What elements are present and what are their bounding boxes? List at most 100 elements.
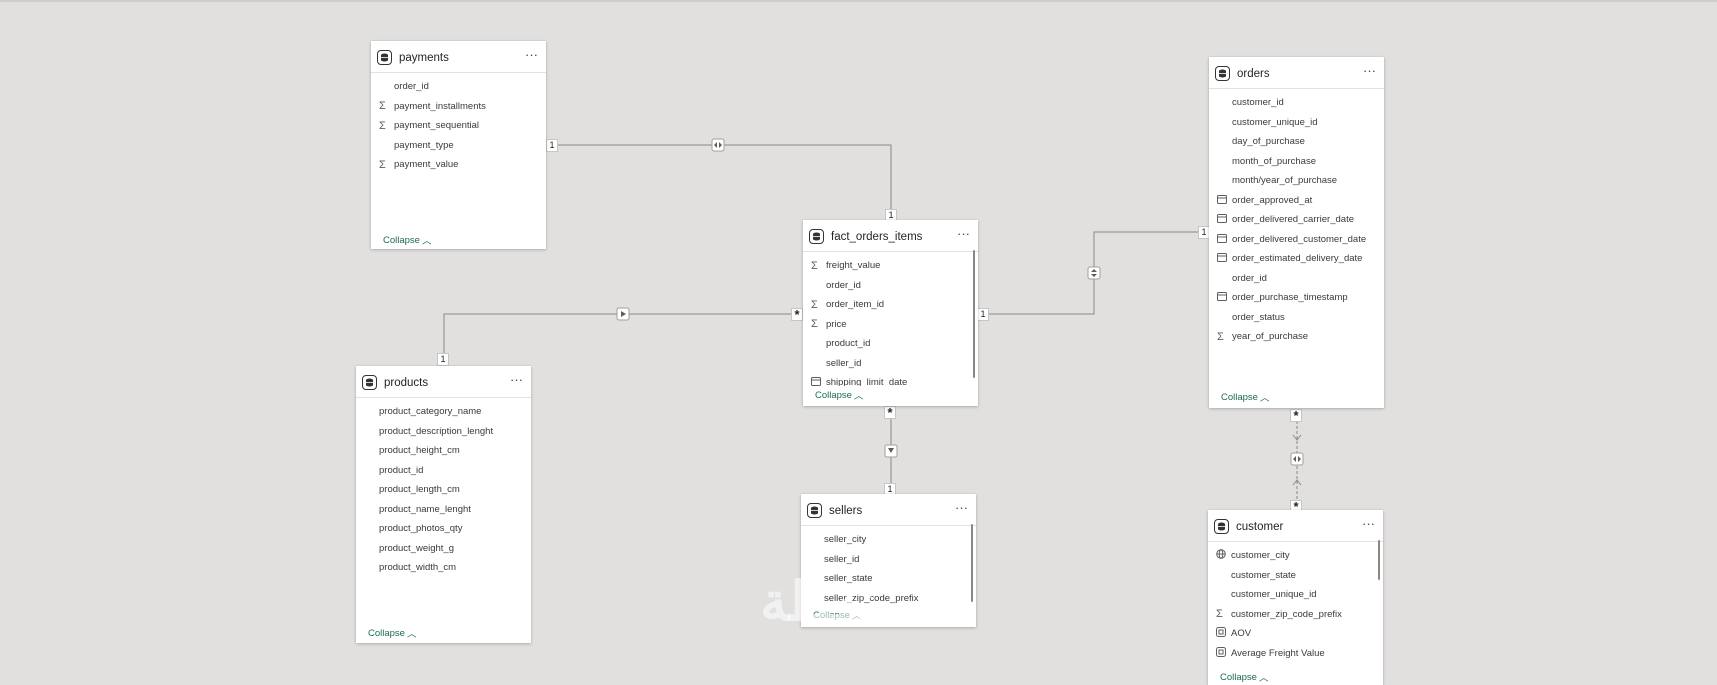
sigma-icon: Σ: [1217, 330, 1224, 343]
table-title: fact_orders_items: [831, 230, 923, 243]
field-row[interactable]: AOV: [1208, 624, 1383, 644]
field-row[interactable]: day_of_purchase: [1209, 132, 1384, 152]
field-label: payment_installments: [394, 100, 486, 112]
field-row[interactable]: Σprice: [803, 315, 978, 335]
table-card-fact-orders-items[interactable]: fact_orders_items ··· Σfreight_value orde…: [803, 220, 978, 406]
field-label: customer_id: [1232, 97, 1284, 109]
field-row[interactable]: Σyear_of_purchase: [1209, 327, 1384, 347]
table-header[interactable]: sellers ···: [801, 496, 976, 526]
field-label: customer_state: [1231, 569, 1296, 581]
field-row[interactable]: product_description_lenght: [356, 422, 531, 442]
field-label: payment_sequential: [394, 120, 480, 132]
field-row[interactable]: order_purchase_timestamp: [1209, 288, 1384, 308]
scrollbar[interactable]: [1378, 540, 1380, 580]
field-list: product_category_name product_description…: [356, 398, 531, 578]
field-label: customer_zip_code_prefix: [1231, 608, 1342, 620]
table-card-sellers[interactable]: sellers ··· seller_city seller_id seller_s…: [801, 494, 976, 627]
chevron-up-icon: ︿: [406, 629, 417, 640]
collapse-button[interactable]: Collapse ︿: [1220, 670, 1268, 685]
collapse-button[interactable]: Collapse ︿: [1221, 390, 1270, 405]
filter-direction-both-icon[interactable]: [1087, 266, 1101, 280]
filter-direction-both-icon[interactable]: [1290, 452, 1304, 466]
field-row[interactable]: Σfreight_value: [803, 256, 978, 276]
field-row[interactable]: customer_city: [1208, 546, 1383, 566]
field-row[interactable]: product_id: [356, 461, 531, 481]
field-row[interactable]: order_approved_at: [1209, 191, 1384, 211]
field-row[interactable]: seller_zip_code_prefix: [801, 589, 976, 609]
sigma-icon: Σ: [811, 318, 818, 331]
field-label: product_id: [379, 464, 424, 476]
more-options-icon[interactable]: ···: [1363, 64, 1376, 81]
field-row[interactable]: product_width_cm: [356, 558, 531, 578]
field-row[interactable]: seller_id: [801, 550, 976, 570]
field-label: order_purchase_timestamp: [1232, 292, 1348, 304]
relationship-products-fact[interactable]: [443, 313, 794, 359]
more-options-icon[interactable]: ···: [955, 501, 968, 518]
collapse-button[interactable]: Collapse ︿: [813, 608, 861, 623]
chevron-up-icon: ︿: [1259, 393, 1270, 404]
sigma-icon: Σ: [811, 298, 818, 311]
table-header[interactable]: orders ···: [1209, 59, 1384, 89]
field-row[interactable]: Σpayment_value: [371, 155, 546, 175]
scrollbar[interactable]: [971, 524, 973, 602]
field-row[interactable]: seller_id: [803, 354, 978, 374]
table-header[interactable]: products ···: [356, 368, 531, 398]
table-header[interactable]: customer ···: [1208, 512, 1383, 542]
table-card-payments[interactable]: payments ··· order_id Σpayment_installmen…: [371, 41, 546, 249]
table-icon: [807, 503, 822, 518]
field-label: customer_unique_id: [1232, 116, 1318, 128]
filter-direction-both-icon[interactable]: [711, 138, 725, 152]
field-row[interactable]: order_id: [803, 276, 978, 296]
field-row[interactable]: seller_city: [801, 530, 976, 550]
cardinality-one: 1: [437, 353, 449, 366]
field-row[interactable]: product_id: [803, 334, 978, 354]
field-row[interactable]: Σpayment_sequential: [371, 116, 546, 136]
field-row[interactable]: product_length_cm: [356, 480, 531, 500]
field-row[interactable]: Σorder_item_id: [803, 295, 978, 315]
field-row[interactable]: product_weight_g: [356, 539, 531, 559]
more-options-icon[interactable]: ···: [525, 48, 538, 65]
field-row[interactable]: product_height_cm: [356, 441, 531, 461]
field-row[interactable]: product_photos_qty: [356, 519, 531, 539]
table-card-orders[interactable]: orders ··· customer_id customer_unique_id…: [1209, 57, 1384, 408]
relationship-payments-fact[interactable]: [553, 144, 892, 219]
table-header[interactable]: fact_orders_items ···: [803, 222, 978, 252]
more-options-icon[interactable]: ···: [957, 227, 970, 244]
field-row[interactable]: product_category_name: [356, 402, 531, 422]
collapse-button[interactable]: Collapse ︿: [368, 626, 417, 641]
field-row[interactable]: customer_unique_id: [1209, 113, 1384, 133]
field-row[interactable]: order_delivered_carrier_date: [1209, 210, 1384, 230]
field-row[interactable]: seller_state: [801, 569, 976, 589]
field-label: AOV: [1231, 628, 1252, 640]
field-row[interactable]: order_id: [1209, 269, 1384, 289]
field-row[interactable]: product_name_lenght: [356, 500, 531, 520]
collapse-button[interactable]: Collapse ︿: [383, 233, 431, 248]
table-card-products[interactable]: products ··· product_category_name produc…: [356, 366, 531, 643]
scrollbar[interactable]: [973, 250, 975, 378]
field-row[interactable]: order_id: [371, 77, 546, 97]
table-card-customer[interactable]: customer ··· customer_city customer_state…: [1208, 510, 1383, 685]
field-label: order_estimated_delivery_date: [1232, 253, 1363, 265]
field-row[interactable]: payment_type: [371, 136, 546, 156]
field-row[interactable]: customer_id: [1209, 93, 1384, 113]
field-row[interactable]: customer_state: [1208, 566, 1383, 586]
collapse-button[interactable]: Collapse ︿: [815, 388, 863, 403]
field-row[interactable]: shipping_limit_date: [803, 373, 978, 386]
field-row[interactable]: Average Freight Value: [1208, 644, 1383, 664]
field-row[interactable]: order_estimated_delivery_date: [1209, 249, 1384, 269]
measure-icon: [1216, 627, 1231, 640]
more-options-icon[interactable]: ···: [1362, 517, 1375, 534]
field-row[interactable]: Σpayment_installments: [371, 97, 546, 117]
field-label: seller_city: [824, 534, 867, 546]
table-icon: [1214, 519, 1229, 534]
field-label: shipping_limit_date: [826, 377, 908, 386]
field-row[interactable]: customer_unique_id: [1208, 585, 1383, 605]
more-options-icon[interactable]: ···: [510, 373, 523, 390]
field-row[interactable]: order_status: [1209, 308, 1384, 328]
field-row[interactable]: month_of_purchase: [1209, 152, 1384, 172]
field-row[interactable]: Σcustomer_zip_code_prefix: [1208, 605, 1383, 625]
field-row[interactable]: month/year_of_purchase: [1209, 171, 1384, 191]
field-row[interactable]: order_delivered_customer_date: [1209, 230, 1384, 250]
field-label: product_category_name: [379, 406, 482, 418]
table-header[interactable]: payments ···: [371, 43, 546, 73]
